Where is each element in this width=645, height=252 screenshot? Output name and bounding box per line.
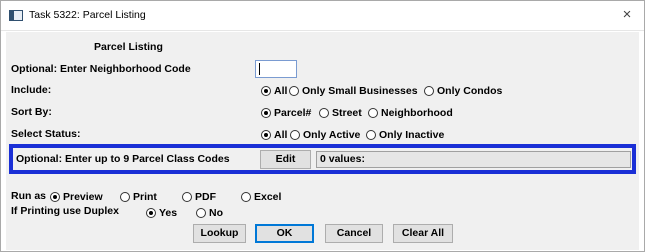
status-option-all-label: All — [274, 129, 288, 141]
sort-option-parcel-label: Parcel# — [274, 107, 312, 119]
radio-unchecked-icon — [182, 192, 192, 202]
status-option-all[interactable]: All — [261, 129, 287, 141]
app-window-icon — [9, 10, 23, 21]
radio-unchecked-icon — [366, 130, 376, 140]
text-caret — [259, 63, 260, 75]
radio-unchecked-icon — [120, 192, 130, 202]
run-as-excel-label: Excel — [254, 191, 282, 203]
duplex-yes[interactable]: Yes — [146, 207, 177, 219]
parcel-class-label: Optional: Enter up to 9 Parcel Class Cod… — [16, 153, 230, 165]
radio-unchecked-icon — [319, 108, 329, 118]
radio-unchecked-icon — [241, 192, 251, 202]
sort-option-parcel[interactable]: Parcel# — [261, 107, 311, 119]
window-title: Task 5322: Parcel Listing — [29, 9, 146, 21]
include-option-condos-label: Only Condos — [437, 85, 503, 97]
edit-parcel-class-button[interactable]: Edit — [260, 150, 311, 169]
neighborhood-code-input[interactable] — [255, 60, 297, 78]
run-as-excel[interactable]: Excel — [241, 191, 281, 203]
duplex-yes-label: Yes — [159, 207, 178, 219]
include-option-all-label: All — [274, 85, 288, 97]
sort-by-label: Sort By: — [11, 106, 52, 118]
parcel-class-values-field: 0 values: — [316, 151, 631, 168]
duplex-label: If Printing use Duplex — [11, 205, 119, 217]
include-option-all[interactable]: All — [261, 85, 287, 97]
status-option-inactive-label: Only Inactive — [379, 129, 445, 141]
radio-unchecked-icon — [368, 108, 378, 118]
radio-unchecked-icon — [290, 130, 300, 140]
run-as-pdf[interactable]: PDF — [182, 191, 216, 203]
include-option-small-businesses[interactable]: Only Small Businesses — [289, 85, 418, 97]
run-as-print[interactable]: Print — [120, 191, 157, 203]
dialog-body: Parcel Listing Optional: Enter Neighborh… — [6, 32, 639, 250]
radio-unchecked-icon — [289, 86, 299, 96]
lookup-button[interactable]: Lookup — [193, 224, 246, 243]
cancel-button[interactable]: Cancel — [325, 224, 383, 243]
parcel-listing-window: Task 5322: Parcel Listing × Parcel Listi… — [0, 0, 645, 252]
include-label: Include: — [11, 84, 52, 96]
ok-button[interactable]: OK — [255, 224, 314, 243]
radio-checked-icon — [146, 208, 156, 218]
clear-all-button[interactable]: Clear All — [393, 224, 453, 243]
sort-option-street-label: Street — [332, 107, 362, 119]
status-option-inactive[interactable]: Only Inactive — [366, 129, 444, 141]
run-as-label: Run as — [11, 190, 47, 202]
run-as-pdf-label: PDF — [195, 191, 216, 203]
run-as-preview-label: Preview — [63, 191, 103, 203]
radio-checked-icon — [261, 86, 271, 96]
radio-unchecked-icon — [424, 86, 434, 96]
title-bar: Task 5322: Parcel Listing × — [1, 1, 644, 31]
select-status-label: Select Status: — [11, 128, 81, 140]
status-option-active[interactable]: Only Active — [290, 129, 360, 141]
include-option-small-businesses-label: Only Small Businesses — [302, 85, 418, 97]
neighborhood-label: Optional: Enter Neighborhood Code — [11, 63, 191, 75]
run-as-preview[interactable]: Preview — [50, 191, 103, 203]
radio-checked-icon — [261, 108, 271, 118]
radio-checked-icon — [261, 130, 271, 140]
include-option-condos[interactable]: Only Condos — [424, 85, 502, 97]
duplex-no[interactable]: No — [196, 207, 223, 219]
parcel-class-highlight-box: Optional: Enter up to 9 Parcel Class Cod… — [9, 144, 636, 174]
status-option-active-label: Only Active — [303, 129, 361, 141]
sort-option-street[interactable]: Street — [319, 107, 362, 119]
close-button[interactable]: × — [618, 6, 636, 24]
radio-unchecked-icon — [196, 208, 206, 218]
duplex-no-label: No — [209, 207, 223, 219]
run-as-print-label: Print — [133, 191, 157, 203]
form-heading: Parcel Listing — [94, 41, 163, 53]
sort-option-neighborhood[interactable]: Neighborhood — [368, 107, 453, 119]
radio-checked-icon — [50, 192, 60, 202]
sort-option-neighborhood-label: Neighborhood — [381, 107, 453, 119]
